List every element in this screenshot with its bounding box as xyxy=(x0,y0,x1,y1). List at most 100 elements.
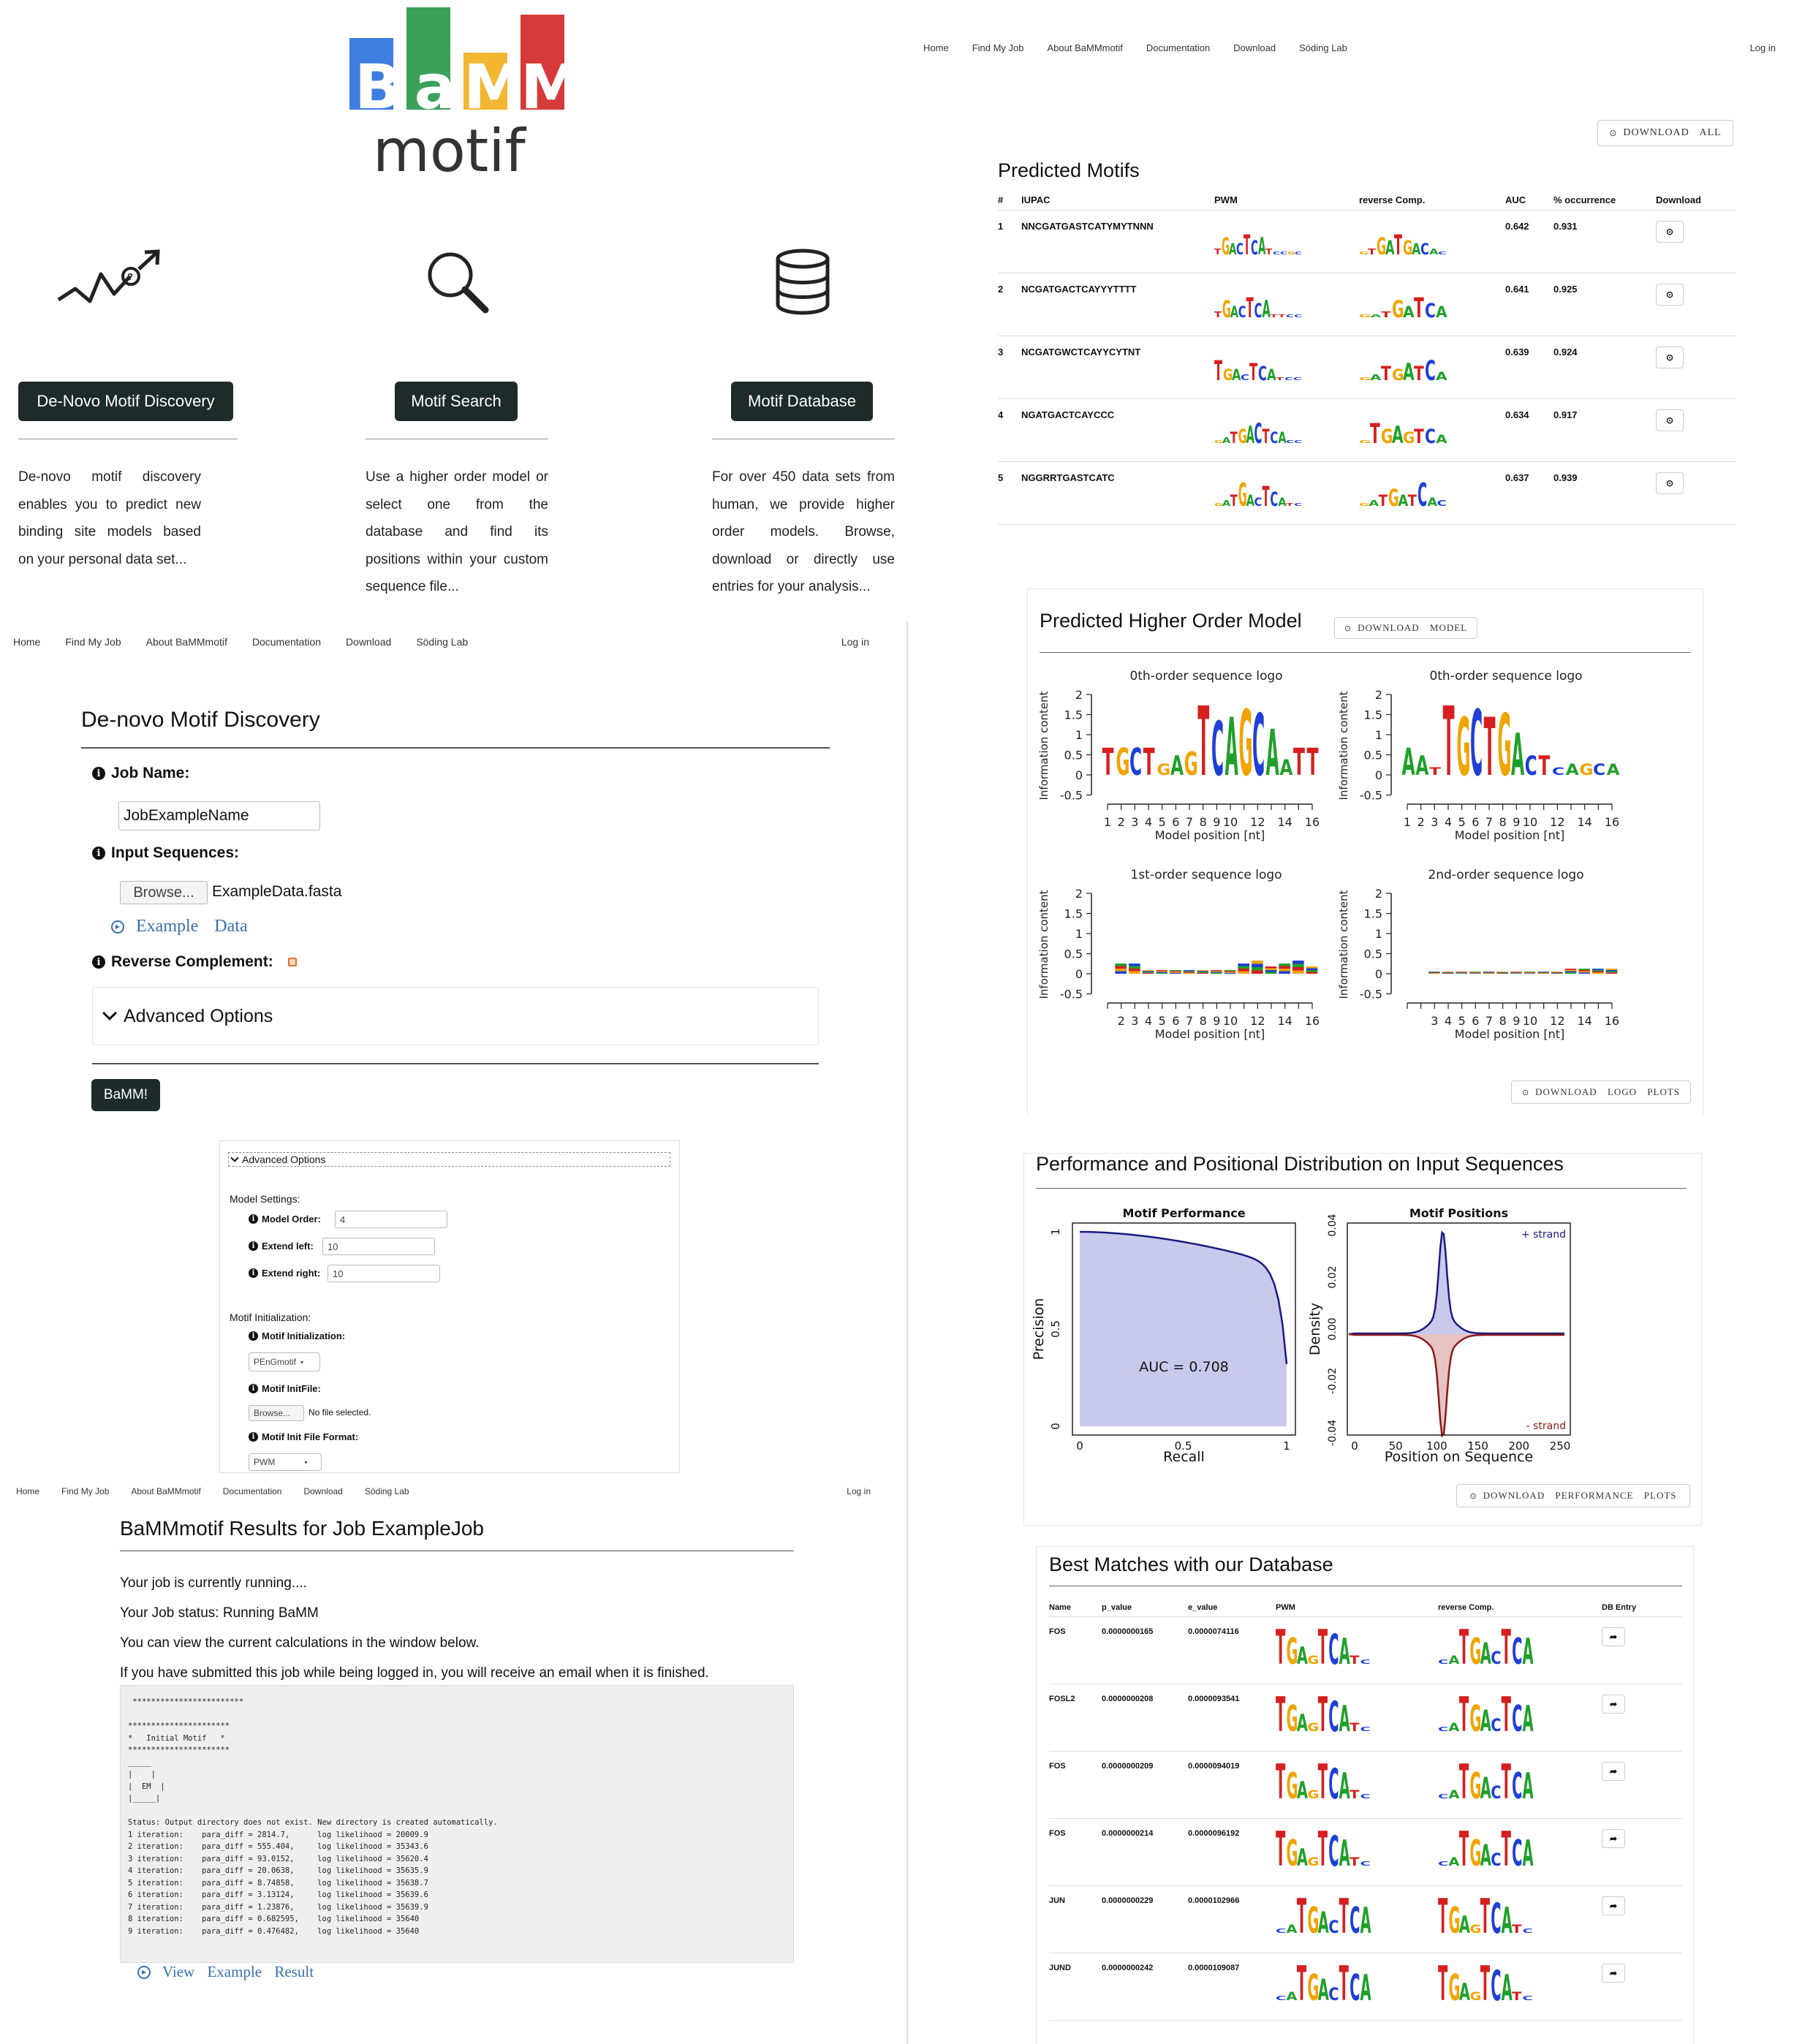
download-motif-button[interactable]: ⊙ xyxy=(1656,472,1684,494)
info-icon[interactable]: i xyxy=(249,1241,258,1251)
job-name-input[interactable]: JobExampleName xyxy=(118,801,320,830)
model-order-input[interactable]: 4 xyxy=(335,1211,447,1228)
download-logo-plots-button[interactable]: ⊙ DOWNLOAD LOGO PLOTS xyxy=(1511,1080,1691,1104)
info-icon[interactable]: i xyxy=(92,955,105,969)
logo-letter: A xyxy=(1297,1844,1308,1867)
nav-login[interactable]: Log in xyxy=(841,636,869,648)
e-value: 0.0000093541 xyxy=(1188,1684,1276,1752)
download-performance-plots-button[interactable]: ⊙ DOWNLOAD PERFORMANCE PLOTS xyxy=(1456,1484,1690,1507)
logo-letter: A xyxy=(1511,722,1524,789)
logo-stack xyxy=(1156,970,1167,972)
nav-about[interactable]: About BaMMmotif xyxy=(146,636,227,648)
col-header: Name xyxy=(1049,1603,1102,1617)
nav-soeding-lab[interactable]: Söding Lab xyxy=(416,636,468,648)
nav-documentation[interactable]: Documentation xyxy=(252,636,321,648)
info-icon[interactable]: i xyxy=(249,1268,258,1278)
info-icon[interactable]: i xyxy=(249,1214,258,1224)
info-icon[interactable]: i xyxy=(249,1432,258,1442)
nav-login[interactable]: Log in xyxy=(1750,42,1776,53)
logo-stack xyxy=(1510,972,1522,973)
text-line: positions within your custom xyxy=(366,551,548,567)
open-db-entry-button[interactable]: ➦ xyxy=(1602,1896,1625,1915)
download-motif-button[interactable]: ⊙ xyxy=(1656,409,1684,431)
logo-letter: C xyxy=(1523,1927,1533,1934)
nav-home[interactable]: Home xyxy=(923,42,949,53)
open-db-entry-button[interactable]: ➦ xyxy=(1602,1964,1625,1983)
nav-download[interactable]: Download xyxy=(346,636,391,648)
open-db-entry-button[interactable]: ➦ xyxy=(1602,1829,1625,1848)
col-header: DB Entry xyxy=(1602,1603,1682,1617)
init-format-select[interactable]: PWM ▾ xyxy=(249,1453,322,1471)
nav-about[interactable]: About BaMMmotif xyxy=(1048,42,1123,53)
open-db-entry-button[interactable]: ➦ xyxy=(1602,1762,1625,1781)
hom-title: Predicted Higher Order Model xyxy=(1040,610,1302,632)
logo-letter: A xyxy=(1480,1705,1491,1733)
initfile-browse-button[interactable]: Browse... xyxy=(249,1405,304,1421)
nav-home[interactable]: Home xyxy=(16,1486,39,1496)
x-tick-label: 5 xyxy=(1159,815,1166,829)
info-icon[interactable]: i xyxy=(249,1331,258,1341)
download-motif-button[interactable]: ⊙ xyxy=(1656,347,1684,368)
logo-letter: C xyxy=(1360,1793,1371,1800)
nav-find-job[interactable]: Find My Job xyxy=(61,1486,109,1496)
logo-letter: T xyxy=(1350,1654,1360,1665)
nav-download[interactable]: Download xyxy=(1233,42,1276,53)
play-circle-icon: ▶ xyxy=(137,1965,151,1979)
logo-letter: T xyxy=(1512,1923,1522,1934)
nav-documentation[interactable]: Documentation xyxy=(1146,42,1210,53)
divider xyxy=(92,1063,819,1064)
motif-search-button[interactable]: Motif Search xyxy=(395,382,518,421)
nav-documentation[interactable]: Documentation xyxy=(223,1486,282,1496)
motif-init-select[interactable]: PEnGmotif ▾ xyxy=(249,1352,320,1371)
logo-letter: A xyxy=(1360,1967,1371,2002)
nav-about[interactable]: About BaMMmotif xyxy=(131,1486,200,1496)
share-arrow-icon: ➦ xyxy=(1609,1833,1618,1844)
logo-letter: A xyxy=(1170,752,1184,782)
logo-letter: A xyxy=(1370,373,1382,382)
logo-stack xyxy=(1279,966,1290,969)
info-icon[interactable]: i xyxy=(92,847,105,860)
logo-letter: C xyxy=(1425,355,1436,382)
open-db-entry-button[interactable]: ➦ xyxy=(1602,1695,1625,1714)
pwm-logo-cell: TGAGTCATC xyxy=(1276,1818,1438,1886)
text-line: enables you to predict new xyxy=(18,496,201,512)
submit-bamm-button[interactable]: BaMM! xyxy=(91,1079,160,1111)
download-motif-button[interactable]: ⊙ xyxy=(1656,284,1684,306)
console-window[interactable]: ************************ ***************… xyxy=(120,1685,794,1963)
database-matches-panel: Best Matches with our Database Name p_va… xyxy=(910,1532,1813,2044)
advanced-options-toggle[interactable]: Advanced Options xyxy=(92,987,819,1045)
extend-left-label: i Extend left: xyxy=(249,1241,314,1252)
nav-find-job[interactable]: Find My Job xyxy=(972,42,1024,53)
logo-letter: T xyxy=(1276,1823,1285,1867)
motif-database-button[interactable]: Motif Database xyxy=(731,382,873,421)
nav-home[interactable]: Home xyxy=(13,636,40,648)
example-data-link[interactable]: ▶ Example Data xyxy=(111,917,248,936)
nav-soeding-lab[interactable]: Söding Lab xyxy=(1299,42,1347,53)
logo-letter: A xyxy=(1339,1631,1350,1665)
search-icon xyxy=(428,252,489,314)
extend-left-input[interactable]: 10 xyxy=(322,1238,435,1255)
info-icon[interactable]: i xyxy=(92,767,105,780)
extend-right-input[interactable]: 10 xyxy=(328,1265,440,1282)
download-model-button[interactable]: ⊙ DOWNLOAD MODEL xyxy=(1334,617,1477,639)
logo-letter: T xyxy=(1368,248,1377,256)
x-tick-label: 10 xyxy=(1223,1014,1238,1028)
e-value: 0.0000102966 xyxy=(1188,1885,1276,1953)
nav-login[interactable]: Log in xyxy=(847,1486,871,1496)
reverse-complement-checkbox[interactable] xyxy=(287,958,297,966)
nav-download[interactable]: Download xyxy=(303,1486,342,1496)
nav-soeding-lab[interactable]: Söding Lab xyxy=(365,1486,409,1496)
logo-letter: C xyxy=(1438,1793,1448,1800)
browse-button[interactable]: Browse... xyxy=(120,881,208,904)
pr-y-tick: 0 xyxy=(1049,1423,1062,1430)
denovo-button[interactable]: De-Novo Motif Discovery xyxy=(18,382,233,421)
nav-find-job[interactable]: Find My Job xyxy=(65,636,121,648)
download-all-button[interactable]: ⊙ DOWNLOAD ALL xyxy=(1597,120,1733,146)
logo-stack xyxy=(1483,973,1495,974)
select-value: PWM xyxy=(254,1457,276,1467)
download-motif-button[interactable]: ⊙ xyxy=(1656,221,1684,243)
advanced-options-header[interactable]: Advanced Options xyxy=(228,1152,670,1167)
info-icon[interactable]: i xyxy=(249,1384,258,1393)
view-example-result-link[interactable]: ▶ View Example Result xyxy=(137,1963,314,1981)
open-db-entry-button[interactable]: ➦ xyxy=(1602,1627,1625,1646)
